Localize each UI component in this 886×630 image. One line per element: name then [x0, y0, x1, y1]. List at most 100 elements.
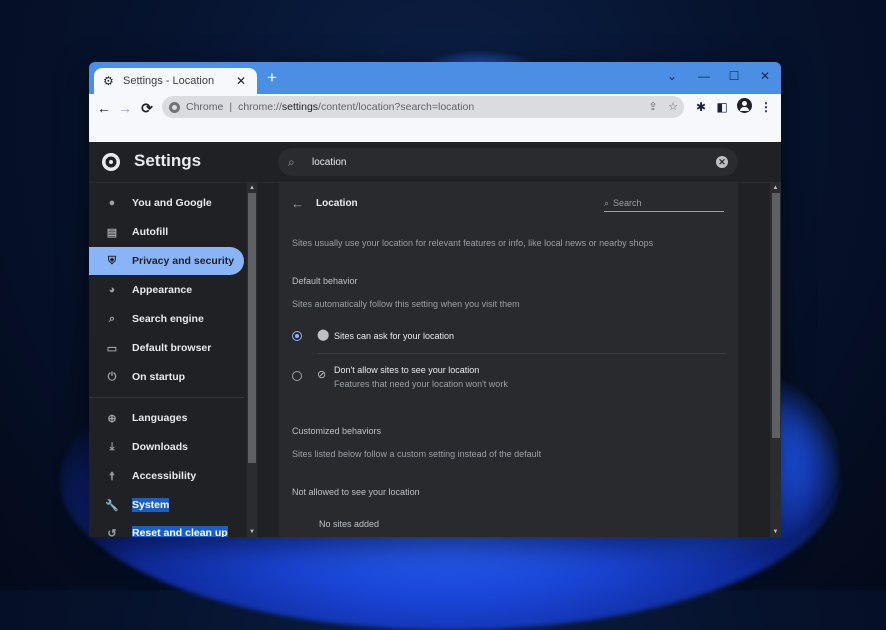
sidebar-item-default-browser[interactable]: ▭ Default browser	[89, 334, 244, 362]
sidebar-item-label: On startup	[132, 371, 186, 383]
not-allowed-heading: Not allowed to see your location	[292, 487, 420, 497]
sidebar-scroll-thumb[interactable]	[248, 193, 256, 463]
browser-toolbar: ← → ⟳ Chrome | chrome://settings/content…	[89, 94, 781, 142]
sidebar-item-search-engine[interactable]: ⌕ Search engine	[89, 305, 244, 333]
option-dont-allow-label: Don't allow sites to see your location	[334, 365, 480, 375]
forward-button[interactable]: →	[115, 98, 135, 118]
url-text: chrome://settings/content/location?searc…	[238, 101, 475, 113]
search-icon: ⌕	[108, 312, 116, 325]
back-button[interactable]: ←	[94, 98, 114, 118]
default-behavior-heading: Default behavior	[292, 276, 358, 286]
sidebar-item-autofill[interactable]: ▤ Autofill	[89, 218, 244, 246]
location-settings-card: ← Location ⌕ Sites usually use your loca…	[279, 183, 738, 537]
tab-search-button[interactable]: ⌄	[657, 66, 687, 86]
accessibility-icon: ☨	[109, 470, 115, 483]
address-bar[interactable]: Chrome | chrome://settings/content/locat…	[162, 96, 684, 118]
scroll-up-arrow-icon[interactable]: ▲	[247, 183, 257, 193]
radio-sites-can-ask[interactable]	[292, 331, 302, 341]
search-icon: ⌕	[288, 154, 295, 169]
history-icon: ↺	[107, 527, 117, 538]
sidebar-item-label: Privacy and security	[132, 255, 235, 267]
sidebar-item-appearance[interactable]: ◕ Appearance	[89, 276, 244, 304]
sidebar-item-system[interactable]: 🔧 System	[89, 491, 244, 519]
sidebar-item-you-and-google[interactable]: ● You and Google	[89, 189, 244, 217]
customized-behaviors-heading: Customized behaviors	[292, 426, 382, 436]
maximize-button[interactable]: ☐	[719, 66, 749, 86]
settings-sidebar: ● You and Google ▤ Autofill ⛨ Privacy an…	[89, 183, 247, 537]
option-separator	[317, 353, 725, 354]
site-label: Chrome	[186, 101, 224, 113]
search-icon: ⌕	[604, 197, 610, 208]
menu-kebab-icon[interactable]: ⋮	[757, 98, 775, 116]
sidebar-item-label: Accessibility	[132, 470, 197, 482]
palette-icon: ◕	[108, 284, 116, 296]
clear-search-icon[interactable]: ✕	[716, 156, 728, 168]
title-bar: ⚙ Settings - Location ✕ + ⌄ — ☐ ✕	[89, 62, 781, 94]
settings-search-input[interactable]	[310, 155, 716, 169]
settings-title: Settings	[134, 151, 202, 170]
omnibox-separator: |	[229, 101, 233, 113]
sidebar-item-label: You and Google	[132, 197, 212, 209]
sidebar-scrollbar[interactable]: ▲ ▼	[247, 183, 257, 537]
sidebar-item-privacy-and-security[interactable]: ⛨ Privacy and security	[89, 247, 244, 275]
sidebar-item-on-startup[interactable]: ⏻ On startup	[89, 363, 244, 391]
download-icon: ⤓	[109, 440, 115, 453]
wrench-icon: 🔧	[105, 499, 119, 512]
browser-window: ⚙ Settings - Location ✕ + ⌄ — ☐ ✕ ← → ⟳ …	[89, 62, 781, 537]
scroll-down-arrow-icon[interactable]: ▼	[247, 527, 257, 537]
location-page-title: Location	[316, 198, 358, 209]
sidebar-item-accessibility[interactable]: ☨ Accessibility	[89, 462, 244, 490]
sidebar-item-languages[interactable]: ⊕ Languages	[89, 404, 244, 432]
customized-behaviors-subtitle: Sites listed below follow a custom setti…	[292, 449, 542, 459]
person-icon: ●	[108, 197, 116, 209]
no-sites-added-text: No sites added	[319, 519, 380, 529]
shield-icon: ⛨	[107, 254, 117, 267]
sidebar-item-downloads[interactable]: ⤓ Downloads	[89, 433, 244, 461]
sidebar-item-label: Autofill	[132, 226, 169, 238]
chrome-logo-icon	[102, 153, 120, 171]
globe-icon: ⊕	[107, 412, 117, 425]
sidebar-divider	[89, 397, 244, 398]
sidebar-item-label: Default browser	[132, 342, 212, 354]
sidebar-item-label: System	[132, 498, 170, 512]
reload-button[interactable]: ⟳	[137, 98, 157, 118]
extensions-icon[interactable]: ✱	[692, 98, 710, 116]
site-search-input[interactable]	[613, 198, 714, 208]
tab-settings-location[interactable]: ⚙ Settings - Location ✕	[94, 68, 257, 94]
settings-main: ← Location ⌕ Sites usually use your loca…	[257, 183, 769, 537]
default-behavior-subtitle: Sites automatically follow this setting …	[292, 299, 520, 309]
window-close-button[interactable]: ✕	[750, 66, 780, 86]
radio-dont-allow[interactable]	[292, 371, 302, 381]
scroll-down-arrow-icon[interactable]: ▼	[770, 527, 781, 537]
back-arrow-icon[interactable]: ←	[291, 196, 304, 211]
power-icon: ⏻	[107, 370, 117, 383]
site-search-field[interactable]: ⌕	[604, 195, 724, 212]
new-tab-button[interactable]: +	[263, 69, 281, 87]
gear-icon: ⚙	[103, 74, 114, 88]
option-sites-can-ask-label: Sites can ask for your location	[334, 331, 455, 341]
sidebar-item-label: Downloads	[132, 441, 189, 453]
clipboard-icon: ▤	[106, 226, 118, 239]
settings-search-box[interactable]: ⌕ ✕	[278, 148, 738, 176]
location-pin-icon: ⬤	[317, 329, 330, 341]
location-description: Sites usually use your location for rele…	[292, 238, 654, 248]
minimize-button[interactable]: —	[689, 66, 719, 86]
scroll-up-arrow-icon[interactable]: ▲	[770, 183, 781, 193]
option-dont-allow-sublabel: Features that need your location won't w…	[334, 379, 508, 389]
chrome-site-icon	[169, 101, 180, 113]
settings-header: Settings ⌕ ✕	[89, 142, 781, 183]
location-off-icon: ⊘	[317, 369, 327, 381]
tab-close-button[interactable]: ✕	[234, 74, 248, 88]
bookmark-star-icon[interactable]: ☆	[664, 96, 682, 118]
main-scroll-thumb[interactable]	[772, 193, 780, 438]
side-panel-icon[interactable]: ◧	[713, 98, 731, 116]
sidebar-item-label: Appearance	[132, 284, 193, 296]
browser-icon: ▭	[106, 342, 118, 355]
profile-avatar-icon[interactable]	[737, 98, 752, 113]
sidebar-item-label: Languages	[132, 412, 188, 424]
sidebar-item-label: Search engine	[132, 313, 204, 325]
sidebar-item-reset-and-clean-up[interactable]: ↺ Reset and clean up	[89, 519, 244, 537]
sidebar-item-label: Reset and clean up	[132, 526, 228, 537]
share-icon[interactable]: ⇪	[644, 96, 662, 118]
main-scrollbar[interactable]: ▲ ▼	[770, 183, 781, 537]
